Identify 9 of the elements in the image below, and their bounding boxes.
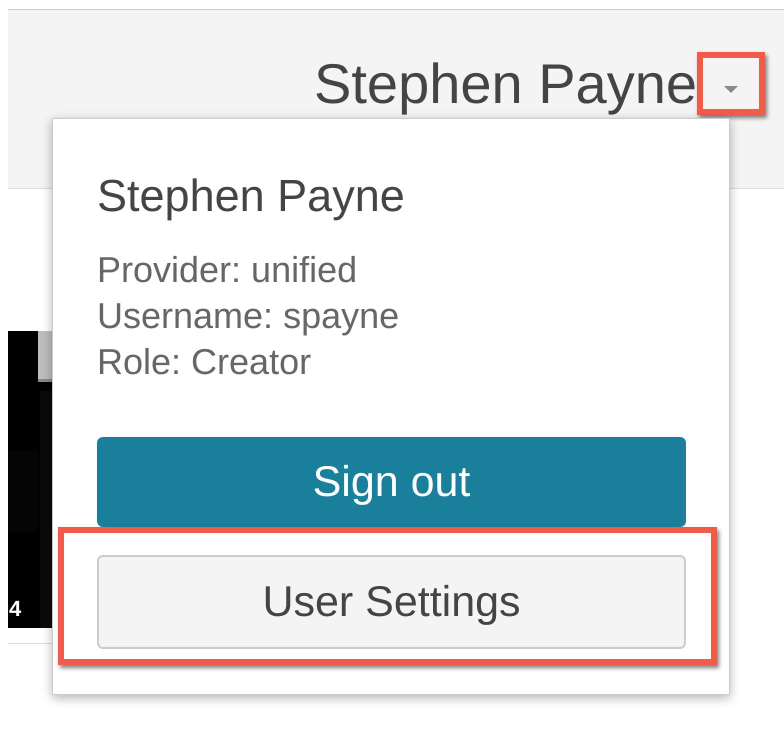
sign-out-button[interactable]: Sign out: [97, 437, 686, 527]
caret-icon: [724, 86, 738, 93]
thumbnail-label: 4: [9, 596, 22, 622]
account-detail: Username: spayne: [97, 294, 400, 338]
user-name[interactable]: Stephen Payne: [314, 52, 697, 115]
settings-button[interactable]: User Settings: [97, 555, 686, 649]
account-detail: Provider: unified: [97, 248, 358, 292]
account-detail: Role: Creator: [97, 340, 312, 384]
menu-user-name: Stephen Payne: [97, 171, 406, 221]
